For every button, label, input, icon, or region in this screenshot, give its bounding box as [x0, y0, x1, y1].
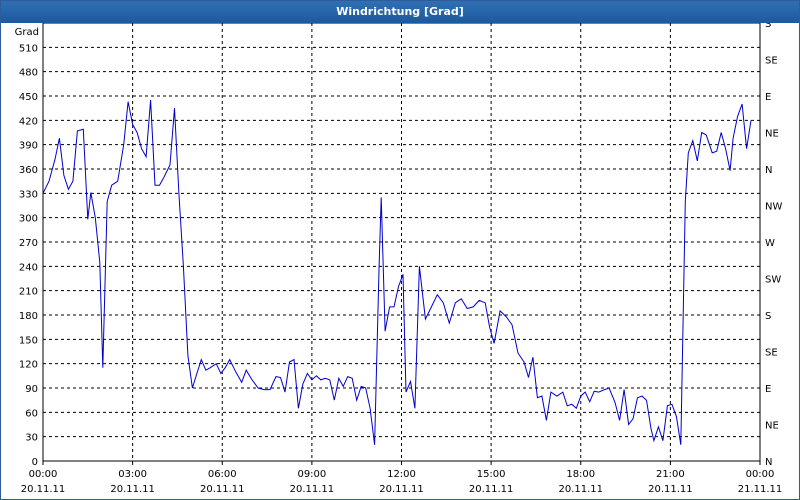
- y-tick-label: 390: [19, 141, 38, 152]
- y-tick-label: 300: [19, 214, 38, 225]
- right-axis-label: NE: [765, 129, 779, 140]
- y-tick-label: 180: [19, 311, 38, 322]
- x-tick-time: 03:00: [118, 469, 147, 480]
- right-axis-label: NE: [765, 421, 779, 432]
- series-line: [42, 100, 752, 445]
- y-tick-label: 60: [25, 408, 38, 419]
- x-tick-time: 21:00: [656, 469, 685, 480]
- right-axis-label: SW: [765, 275, 781, 286]
- y-tick-label: 30: [25, 433, 38, 444]
- right-axis-label: N: [765, 457, 772, 468]
- y-tick-label: 120: [19, 360, 38, 371]
- right-axis-label: W: [765, 238, 775, 249]
- y-tick-label: 330: [19, 189, 38, 200]
- x-tick-date: 21.11.11: [738, 484, 783, 495]
- x-tick-date: 20.11.11: [290, 484, 335, 495]
- y-tick-label: 150: [19, 335, 38, 346]
- y-tick-label: 210: [19, 287, 38, 298]
- y-axis-title: Grad: [15, 27, 39, 38]
- chart-window: Windrichtung [Grad] 0 30 60 90 120 150 180 210 2…: [0, 0, 800, 500]
- x-tick-date: 20.11.11: [648, 484, 693, 495]
- right-axis-label: S: [765, 23, 771, 30]
- right-axis-label: S: [765, 311, 771, 322]
- right-axis-label: NW: [765, 202, 782, 213]
- wind-direction-chart: 0 30 60 90 120 150 180 210 240 270 300 330 360 390 420…: [15, 23, 783, 495]
- x-tick-date: 20.11.11: [200, 484, 245, 495]
- y-tick-label: 420: [19, 116, 38, 127]
- y-tick-label: 510: [19, 43, 38, 54]
- x-tick-time: 12:00: [387, 469, 416, 480]
- y-tick-label: 360: [19, 165, 38, 176]
- x-tick-date: 20.11.11: [469, 484, 514, 495]
- y-tick-label: 450: [19, 92, 38, 103]
- y-tick-label: 90: [25, 384, 38, 395]
- x-tick-date: 20.11.11: [21, 484, 66, 495]
- x-tick-time: 09:00: [297, 469, 326, 480]
- x-tick-time: 00:00: [29, 469, 58, 480]
- x-tick-date: 20.11.11: [379, 484, 424, 495]
- right-axis-label: E: [765, 384, 771, 395]
- right-axis-label: N: [765, 165, 772, 176]
- y-tick-label: 240: [19, 262, 38, 273]
- right-axis-label: SE: [765, 56, 778, 67]
- x-tick-time: 18:00: [566, 469, 595, 480]
- window-title: Windrichtung [Grad]: [1, 1, 799, 23]
- x-tick-time: 00:00: [746, 469, 775, 480]
- y-tick-label: 0: [32, 457, 38, 468]
- right-axis-label: E: [765, 92, 771, 103]
- y-tick-label: 270: [19, 238, 38, 249]
- x-tick-date: 20.11.11: [110, 484, 155, 495]
- x-tick-time: 15:00: [477, 469, 506, 480]
- right-axis-label: SE: [765, 348, 778, 359]
- y-tick-label: 480: [19, 68, 38, 79]
- x-tick-time: 06:00: [208, 469, 237, 480]
- x-tick-date: 20.11.11: [558, 484, 603, 495]
